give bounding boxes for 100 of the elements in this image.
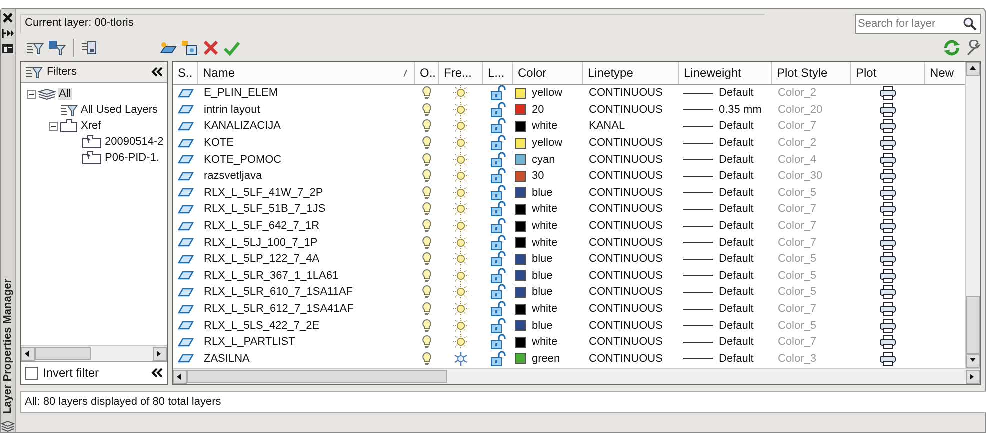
sun-icon[interactable] — [453, 268, 469, 284]
unlocked-icon[interactable] — [490, 318, 506, 334]
sun-icon[interactable] — [453, 135, 469, 152]
lightbulb-on-icon[interactable] — [422, 335, 432, 350]
column-header[interactable]: O.. — [415, 62, 439, 84]
unlocked-icon[interactable] — [490, 184, 506, 201]
column-header[interactable]: Fre... — [439, 62, 483, 84]
color-swatch[interactable] — [515, 138, 526, 149]
wrench-icon[interactable] — [965, 40, 981, 56]
color-swatch[interactable] — [515, 304, 526, 315]
sun-icon[interactable] — [453, 284, 469, 300]
lightbulb-on-icon[interactable] — [422, 186, 432, 200]
sun-icon[interactable] — [453, 85, 469, 102]
color-swatch[interactable] — [515, 336, 526, 348]
sort-icon[interactable] — [403, 70, 408, 76]
checkmark-icon[interactable] — [223, 40, 241, 56]
lightbulb-on-icon[interactable] — [422, 318, 432, 333]
color-swatch[interactable] — [515, 154, 526, 166]
search-icon[interactable] — [963, 17, 977, 31]
lightbulb-on-icon[interactable] — [422, 169, 432, 184]
unlocked-icon[interactable] — [490, 284, 506, 300]
collapse-icon[interactable] — [151, 67, 163, 77]
scrollbar-thumb[interactable] — [966, 296, 980, 354]
unlocked-icon[interactable] — [490, 168, 506, 184]
unlocked-icon[interactable] — [490, 102, 506, 118]
column-header[interactable]: S.. — [173, 62, 198, 84]
tree-item[interactable]: Xref — [80, 120, 102, 132]
scrollbar-thumb[interactable] — [187, 370, 447, 383]
lightbulb-on-icon[interactable] — [422, 285, 432, 300]
color-swatch[interactable] — [515, 204, 526, 215]
column-header[interactable]: Linetype — [583, 62, 679, 84]
layer-states-icon[interactable] — [81, 40, 97, 56]
tree-item[interactable]: P06-PID-1. — [104, 152, 160, 164]
group-filter-icon[interactable] — [48, 40, 66, 56]
scroll-right-button[interactable] — [966, 370, 980, 384]
scroll-right-button[interactable] — [153, 346, 167, 360]
sun-icon[interactable] — [453, 102, 469, 118]
column-header[interactable]: Plot — [851, 62, 925, 84]
refresh-icon[interactable] — [943, 40, 961, 56]
collapse-node-icon[interactable] — [49, 122, 58, 130]
column-header[interactable]: New — [925, 62, 965, 84]
scroll-up-button[interactable] — [966, 62, 980, 76]
scroll-left-button[interactable] — [21, 346, 35, 360]
lightbulb-on-icon[interactable] — [422, 252, 432, 266]
lightbulb-on-icon[interactable] — [422, 236, 432, 250]
color-swatch[interactable] — [515, 320, 526, 332]
color-swatch[interactable] — [515, 220, 526, 232]
unlocked-icon[interactable] — [490, 334, 506, 350]
tree-item[interactable]: All Used Layers — [80, 104, 160, 116]
auto-hide-icon[interactable] — [2, 29, 14, 38]
sun-icon[interactable] — [453, 334, 469, 350]
lightbulb-on-icon[interactable] — [422, 268, 432, 283]
lightbulb-on-icon[interactable] — [422, 119, 432, 134]
checkbox[interactable] — [25, 366, 38, 380]
color-swatch[interactable] — [515, 353, 526, 364]
sun-icon[interactable] — [453, 234, 469, 251]
scroll-down-button[interactable] — [966, 354, 980, 368]
lightbulb-on-icon[interactable] — [422, 219, 432, 234]
color-swatch[interactable] — [515, 254, 526, 265]
snowflake-icon[interactable] — [453, 350, 469, 367]
lightbulb-on-icon[interactable] — [422, 152, 432, 167]
sun-icon[interactable] — [453, 118, 469, 134]
unlocked-icon[interactable] — [490, 85, 506, 102]
scrollbar-thumb[interactable] — [35, 347, 91, 360]
unlocked-icon[interactable] — [490, 301, 506, 318]
column-header[interactable]: Name — [203, 66, 403, 80]
unlocked-icon[interactable] — [490, 350, 506, 367]
sun-icon[interactable] — [453, 218, 469, 234]
collapse-node-icon[interactable] — [27, 90, 36, 98]
sun-icon[interactable] — [453, 201, 469, 218]
unlocked-icon[interactable] — [490, 152, 506, 168]
filter-icon[interactable] — [25, 64, 43, 80]
scroll-left-button[interactable] — [173, 370, 187, 384]
unlocked-icon[interactable] — [490, 218, 506, 234]
unlocked-icon[interactable] — [490, 268, 506, 284]
column-header[interactable]: L... — [483, 62, 513, 84]
tree-item[interactable]: 20090514-2 — [104, 136, 165, 148]
search-field[interactable]: Search for layer — [855, 14, 981, 34]
color-swatch[interactable] — [515, 104, 526, 116]
lightbulb-on-icon[interactable] — [422, 86, 432, 100]
sun-icon[interactable] — [453, 301, 469, 318]
new-filter-icon[interactable] — [26, 40, 44, 56]
new-viewport-layer-icon[interactable] — [181, 40, 199, 56]
lightbulb-on-icon[interactable] — [422, 102, 432, 117]
sun-icon[interactable] — [453, 251, 469, 268]
color-swatch[interactable] — [515, 170, 526, 182]
color-swatch[interactable] — [515, 237, 526, 248]
sun-icon[interactable] — [453, 152, 469, 168]
sun-icon[interactable] — [453, 184, 469, 201]
column-header[interactable]: Plot Style — [772, 62, 851, 84]
column-header[interactable]: Lineweight — [679, 62, 772, 84]
delete-icon[interactable] — [203, 40, 219, 56]
properties-icon[interactable] — [2, 44, 14, 54]
column-header[interactable]: Color — [513, 62, 583, 84]
color-swatch[interactable] — [515, 120, 526, 132]
unlocked-icon[interactable] — [490, 118, 506, 134]
lightbulb-on-icon[interactable] — [422, 352, 432, 366]
collapse-icon[interactable] — [151, 368, 163, 378]
unlocked-icon[interactable] — [490, 135, 506, 152]
lightbulb-on-icon[interactable] — [422, 202, 432, 216]
